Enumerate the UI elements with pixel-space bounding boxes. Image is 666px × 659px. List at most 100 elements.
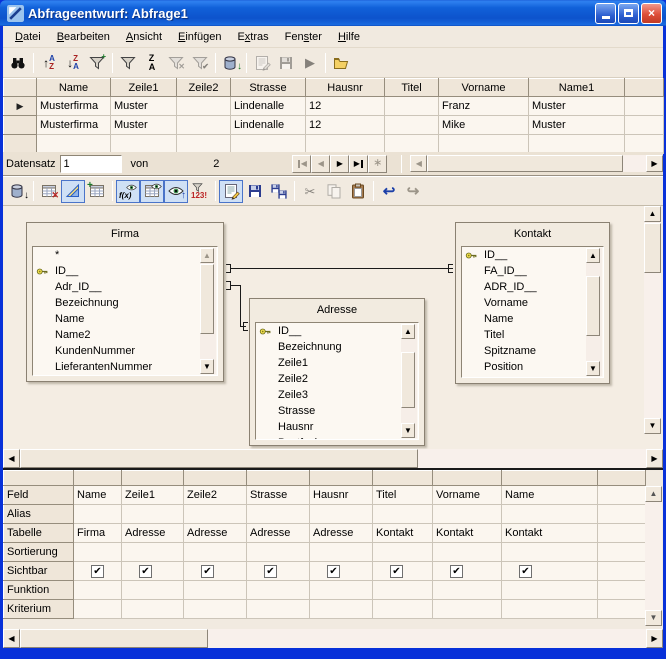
- copy-button[interactable]: [322, 180, 346, 203]
- cell[interactable]: Lindenalle: [231, 97, 306, 116]
- tabelle-cell[interactable]: Adresse: [310, 524, 373, 543]
- find-button[interactable]: [6, 51, 30, 74]
- cell[interactable]: 12: [306, 116, 385, 135]
- field-item[interactable]: Name: [33, 311, 217, 327]
- new-record-button[interactable]: ∗: [368, 155, 387, 173]
- alias-cell[interactable]: [310, 505, 373, 524]
- column-header[interactable]: Hausnr: [306, 79, 385, 97]
- menu-bearbeiten[interactable]: Bearbeiten: [49, 29, 118, 45]
- cell[interactable]: Muster: [111, 116, 177, 135]
- cell[interactable]: Musterfirma: [37, 97, 111, 116]
- scroll-down-button[interactable]: ▼: [644, 418, 661, 434]
- feld-cell[interactable]: Strasse: [247, 486, 310, 505]
- field-item[interactable]: LieferantenNummer: [33, 359, 217, 375]
- sichtbar-checkbox[interactable]: ✔: [519, 565, 532, 578]
- maximize-button[interactable]: [618, 3, 639, 24]
- scroll-left-button[interactable]: ◀: [410, 155, 427, 172]
- sichtbar-checkbox[interactable]: ✔: [139, 565, 152, 578]
- record-number-input[interactable]: [60, 155, 122, 173]
- scrollbar-thumb[interactable]: [20, 449, 418, 468]
- feld-cell[interactable]: Zeile1: [122, 486, 184, 505]
- scroll-up-button[interactable]: ▲: [644, 206, 661, 222]
- join-line-firma-kontakt[interactable]: [231, 268, 453, 269]
- column-header[interactable]: Titel: [385, 79, 439, 97]
- field-item[interactable]: Titel: [462, 327, 603, 343]
- design-column-header[interactable]: [247, 471, 310, 486]
- scrollbar-thumb[interactable]: [20, 629, 208, 648]
- feld-cell[interactable]: Name: [502, 486, 598, 505]
- show-table-names-button[interactable]: [140, 180, 164, 203]
- sichtbar-checkbox[interactable]: ✔: [390, 565, 403, 578]
- tabelle-cell[interactable]: Adresse: [122, 524, 184, 543]
- funktion-cell[interactable]: [373, 581, 433, 600]
- field-item[interactable]: Zeile1: [256, 355, 418, 371]
- tabelle-cell[interactable]: Kontakt: [433, 524, 502, 543]
- design-column-header[interactable]: [310, 471, 373, 486]
- funktion-cell[interactable]: [502, 581, 598, 600]
- column-header[interactable]: Name1: [529, 79, 625, 97]
- next-record-button[interactable]: ▶: [330, 155, 349, 173]
- kriterium-cell[interactable]: [310, 600, 373, 619]
- feld-cell[interactable]: Titel: [373, 486, 433, 505]
- field-item[interactable]: Bezeichnung: [256, 339, 418, 355]
- field-item[interactable]: Postfach: [256, 435, 418, 440]
- cell[interactable]: Musterfirma: [37, 116, 111, 135]
- scroll-up-button[interactable]: ▲: [645, 486, 662, 502]
- funktion-cell[interactable]: [184, 581, 247, 600]
- column-header[interactable]: Name: [37, 79, 111, 97]
- cell[interactable]: 12: [306, 97, 385, 116]
- cell[interactable]: Mike: [439, 116, 529, 135]
- cell[interactable]: Muster: [111, 97, 177, 116]
- cell[interactable]: Franz: [439, 97, 529, 116]
- design-column-header[interactable]: [433, 471, 502, 486]
- menu-fenster[interactable]: Fenster: [277, 29, 330, 45]
- sortierung-cell[interactable]: [433, 543, 502, 562]
- tabelle-cell[interactable]: Adresse: [184, 524, 247, 543]
- cell[interactable]: [385, 97, 439, 116]
- tabelle-cell[interactable]: Firma: [74, 524, 122, 543]
- list-scrollbar[interactable]: ▲ ▼: [200, 248, 216, 374]
- first-record-button[interactable]: ◀: [292, 155, 311, 173]
- show-sort-button[interactable]: ↑: [164, 180, 188, 203]
- scroll-right-button[interactable]: ▶: [646, 155, 663, 172]
- sortierung-cell[interactable]: [247, 543, 310, 562]
- table-box-kontakt[interactable]: Kontakt ID__ FA_ID__ ADR_ID__ Vorname Na…: [455, 222, 610, 384]
- column-header[interactable]: Strasse: [231, 79, 306, 97]
- field-item[interactable]: Hausnr: [256, 419, 418, 435]
- list-scrollbar[interactable]: ▲ ▼: [401, 324, 417, 438]
- kriterium-cell[interactable]: [373, 600, 433, 619]
- feld-cell[interactable]: Hausnr: [310, 486, 373, 505]
- sortierung-cell[interactable]: [373, 543, 433, 562]
- close-button[interactable]: ×: [641, 3, 662, 24]
- save-all-button[interactable]: [267, 180, 291, 203]
- tabelle-cell[interactable]: Kontakt: [502, 524, 598, 543]
- scroll-right-button[interactable]: ▶: [646, 449, 663, 468]
- scroll-down-button[interactable]: ▼: [200, 359, 214, 374]
- scrollbar-track[interactable]: [208, 629, 646, 648]
- row-selector-current[interactable]: ▶: [4, 97, 37, 116]
- funktion-cell[interactable]: [74, 581, 122, 600]
- list-scrollbar[interactable]: ▲ ▼: [586, 248, 602, 376]
- sichtbar-checkbox[interactable]: ✔: [450, 565, 463, 578]
- menu-hilfe[interactable]: Hilfe: [330, 29, 368, 45]
- table-title[interactable]: Adresse: [250, 299, 424, 321]
- sort-za-button[interactable]: ZA: [140, 51, 164, 74]
- field-item[interactable]: Bezeichnung: [33, 295, 217, 311]
- cell[interactable]: [385, 116, 439, 135]
- scroll-up-button[interactable]: ▲: [401, 324, 415, 339]
- feld-cell[interactable]: Zeile2: [184, 486, 247, 505]
- sort-descending-button[interactable]: ↓ZA: [61, 51, 85, 74]
- cut-button[interactable]: ✂: [298, 180, 322, 203]
- cell[interactable]: Lindenalle: [231, 116, 306, 135]
- table-box-adresse[interactable]: Adresse ID__ Bezeichnung Zeile1 Zeile2 Z…: [249, 298, 425, 446]
- filter-remove-button[interactable]: ✕: [164, 51, 188, 74]
- kriterium-cell[interactable]: [122, 600, 184, 619]
- column-header[interactable]: Vorname: [439, 79, 529, 97]
- table-title[interactable]: Firma: [27, 223, 223, 245]
- field-item[interactable]: Name2: [33, 327, 217, 343]
- db-download-button[interactable]: ↓: [6, 180, 30, 203]
- sichtbar-checkbox[interactable]: ✔: [327, 565, 340, 578]
- kriterium-cell[interactable]: [74, 600, 122, 619]
- column-header[interactable]: Zeile1: [111, 79, 177, 97]
- cell[interactable]: Muster: [529, 116, 625, 135]
